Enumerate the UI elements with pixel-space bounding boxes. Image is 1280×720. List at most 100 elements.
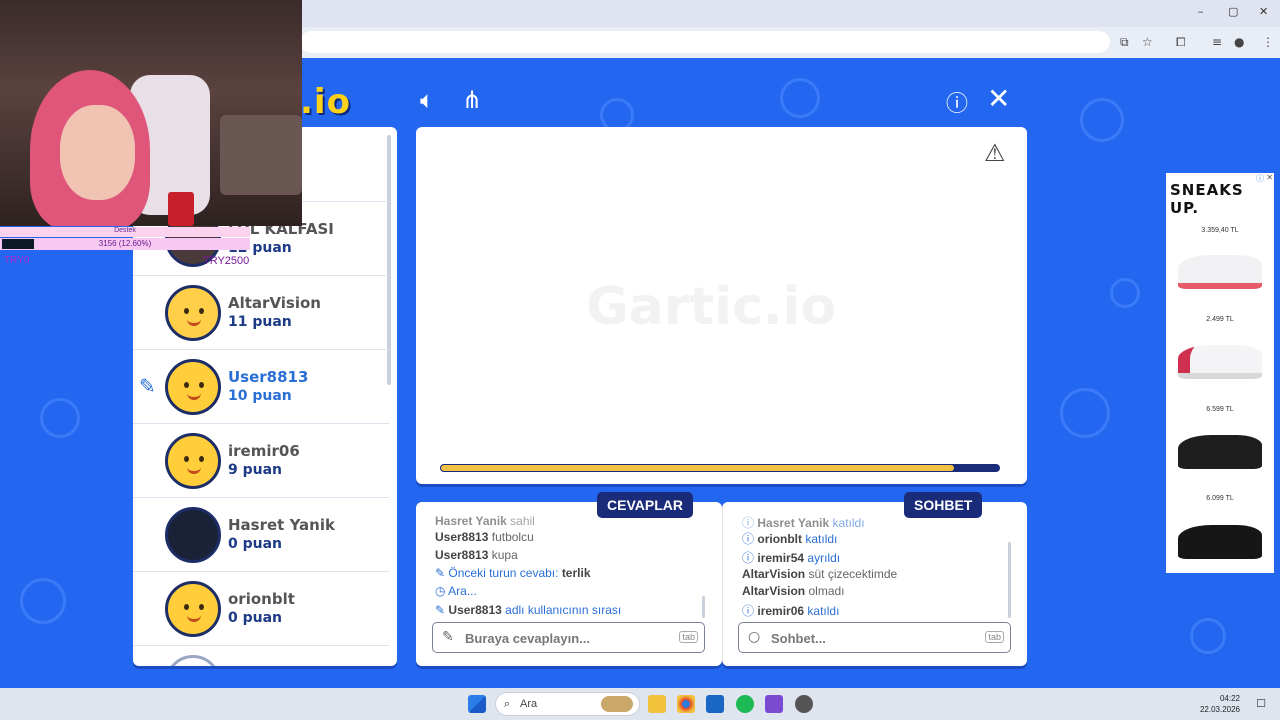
player-name: iremir06 (228, 442, 300, 460)
chat-bubble-icon: ○ (748, 629, 761, 645)
info-icon: ⓘ (742, 516, 755, 530)
search-highlight-image (601, 696, 633, 712)
pencil-icon: ✎ (435, 603, 446, 617)
round-timer (440, 464, 1000, 472)
clock-icon: ◷ (435, 584, 446, 598)
player-row: orionblt 0 puan (133, 571, 389, 645)
bookmark-star-icon[interactable]: ☆ (1142, 35, 1153, 49)
address-bar[interactable] (300, 31, 1110, 53)
notification-icon[interactable]: ☐ (1256, 697, 1266, 710)
answer-line: Hasret Yanik sahil (435, 514, 535, 528)
donation-goal: TRY2500 (203, 255, 250, 267)
player-name: Hasret Yanik (228, 516, 335, 534)
donation-goal-label: Destek (0, 227, 250, 237)
chat-line: ⓘ orionblt katıldı (742, 532, 838, 546)
player-name: AltarVision (228, 294, 321, 312)
cast-icon[interactable]: ⧉ (1120, 35, 1129, 50)
chat-line: ⓘ Hasret Yanik katıldı (742, 516, 865, 530)
player-row: AltarVision 11 puan (133, 275, 389, 349)
answer-input[interactable]: ✎ Buraya cevaplayın... tab (432, 622, 705, 653)
search-icon: ⌕ (504, 697, 511, 710)
avatar (165, 359, 221, 415)
windows-taskbar: ⌕ Ara 04:22 22.03.2026 ☐ (0, 688, 1280, 720)
player-score: 11 puan (228, 314, 292, 330)
streamer-face (60, 105, 135, 200)
taskbar-search[interactable]: ⌕ Ara (495, 692, 640, 716)
avatar (165, 433, 221, 489)
answer-line: User8813 kupa (435, 548, 518, 562)
player-row-active: ✎ User8813 10 puan (133, 349, 389, 423)
player-row: Hasret Yanik 0 puan (133, 497, 389, 571)
chat-input[interactable]: ○ Sohbet... tab (738, 622, 1011, 653)
sneaker-ad[interactable]: SNEAKS UP. ⓘ ✕ 3.359,40 TL 2.499 TL 6.59… (1166, 173, 1274, 573)
avatar (165, 581, 221, 637)
ad-info-icon[interactable]: ⓘ (1256, 173, 1264, 184)
profile-icon[interactable]: ● (1234, 35, 1244, 49)
answers-panel: CEVAPLAR Hasret Yanik sahil User8813 fut… (416, 492, 722, 666)
report-warning-icon[interactable]: ⚠ (984, 139, 1006, 167)
background-object (220, 115, 302, 195)
ad-close-icon[interactable]: ✕ (1266, 173, 1273, 182)
sneaker-image (1178, 255, 1262, 289)
player-score: 9 puan (228, 462, 283, 478)
pencil-icon: ✎ (139, 374, 156, 398)
ad-price: 6.099 TL (1206, 495, 1234, 502)
system-clock: 04:22 22.03.2026 (1199, 694, 1240, 714)
pencil-icon: ✎ (442, 629, 454, 645)
drawing-canvas[interactable]: Gartic.io ⚠ (416, 127, 1027, 484)
player-score: 0 puan (228, 536, 283, 552)
sneaker-image (1178, 525, 1262, 559)
mail-icon[interactable] (706, 695, 724, 713)
pencil-icon: ✎ (435, 566, 446, 580)
answer-line: ◷ Ara... (435, 584, 477, 598)
ad-price: 2.499 TL (1206, 316, 1234, 323)
app-icon[interactable] (765, 695, 783, 713)
avatar (165, 655, 221, 666)
obs-icon[interactable] (795, 695, 813, 713)
sneaker-image (1178, 435, 1262, 469)
sneaker-image (1178, 345, 1262, 379)
close-window-icon[interactable]: ✕ (1259, 5, 1268, 18)
round-timer-fill (440, 464, 956, 472)
player-row: iremir06 9 puan (133, 423, 389, 497)
answers-tab[interactable]: CEVAPLAR (597, 492, 693, 518)
chat-line: AltarVision olmadı (742, 584, 845, 598)
donation-goal-bar: 3156 (12.60%) (0, 238, 250, 250)
answer-line: User8813 futbolcu (435, 530, 534, 544)
answer-line: ✎ Önceki turun cevabı: terlik (435, 566, 591, 580)
maximize-icon[interactable]: ▢ (1228, 5, 1238, 18)
avatar (165, 285, 221, 341)
game-logo: .io (300, 82, 351, 122)
minimize-icon[interactable]: – (1198, 5, 1204, 18)
ad-brand-logo: SNEAKS UP. (1170, 181, 1244, 217)
info-icon: ⓘ (742, 604, 755, 618)
info-icon: ⓘ (742, 532, 755, 546)
answers-scrollbar[interactable] (702, 596, 705, 618)
info-icon[interactable]: ⓘ (946, 86, 968, 118)
info-icon: ⓘ (742, 551, 755, 565)
chat-panel: SOHBET ⓘ Hasret Yanik katıldı ⓘ orionblt… (722, 492, 1027, 666)
spotify-icon[interactable] (736, 695, 754, 713)
chrome-icon[interactable] (677, 695, 695, 713)
share-icon[interactable]: ⋔ (462, 86, 482, 114)
file-explorer-icon[interactable] (648, 695, 666, 713)
donation-current: TRY0 (4, 255, 30, 266)
avatar (165, 507, 221, 563)
ad-price: 6.599 TL (1206, 406, 1234, 413)
sound-icon[interactable]: 🔈︎ (420, 86, 434, 114)
answer-line: ✎ User8813 adlı kullanıcının sırası (435, 603, 622, 617)
player-score: 0 puan (228, 610, 283, 626)
extensions-icon[interactable]: ⧠ (1176, 35, 1186, 50)
start-icon[interactable] (468, 695, 486, 713)
media-icon[interactable]: ≡ (1212, 35, 1222, 49)
chat-tab[interactable]: SOHBET (904, 492, 983, 518)
close-game-icon[interactable]: ✕ (987, 82, 1010, 115)
menu-icon[interactable]: ⋮ (1262, 35, 1274, 49)
player-name: User8813 (228, 368, 309, 386)
player-score: 10 puan (228, 388, 292, 404)
canvas-watermark: Gartic.io (586, 277, 837, 337)
ad-price: 3.359,40 TL (1201, 227, 1239, 234)
cup (168, 192, 194, 226)
chat-line: AltarVision süt çizecektimde (742, 567, 898, 581)
chat-scrollbar[interactable] (1008, 542, 1011, 618)
